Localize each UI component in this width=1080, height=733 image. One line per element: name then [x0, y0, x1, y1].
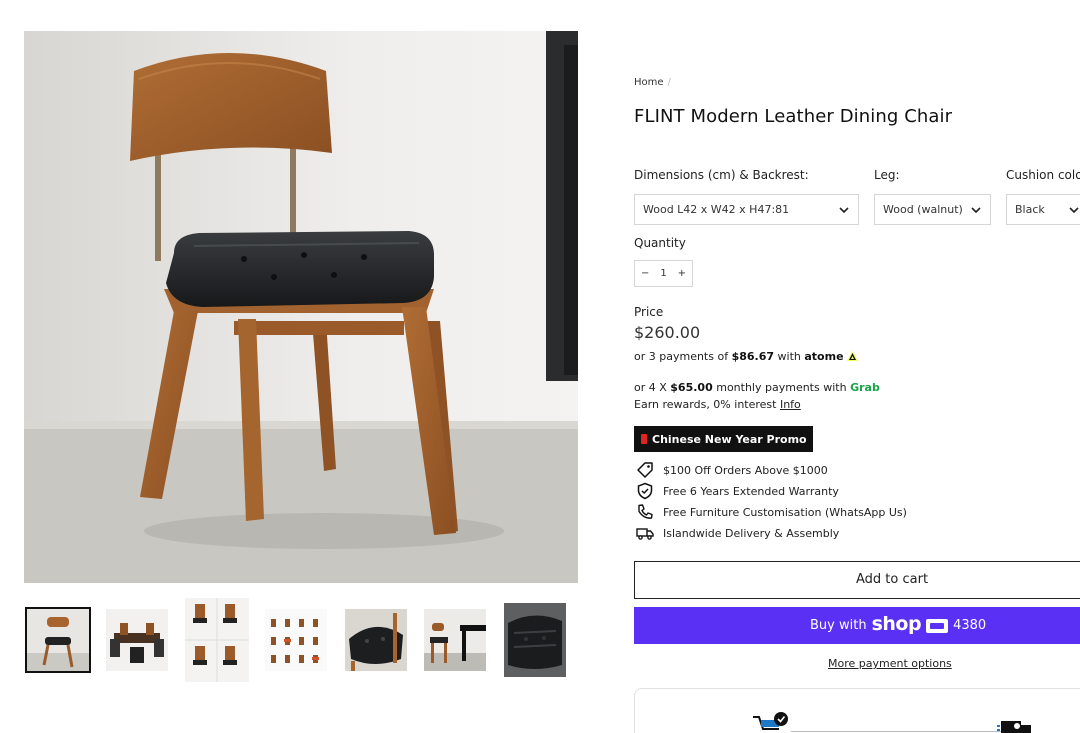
red-packet-icon	[641, 434, 647, 444]
atome-prefix: or 3 payments of	[634, 350, 732, 363]
quantity-value[interactable]: 1	[660, 268, 666, 279]
add-to-cart-label: Add to cart	[856, 572, 929, 587]
perk-text: $100 Off Orders Above $1000	[663, 463, 828, 477]
shop-pay-button[interactable]: Buy with shop 4380	[634, 607, 1080, 644]
grab-logo: Grab	[850, 381, 880, 394]
cart-check-icon	[753, 712, 788, 730]
chevron-down-icon	[1069, 207, 1079, 214]
grab-mid: monthly payments with	[712, 381, 851, 394]
thumbnail-4[interactable]	[265, 609, 327, 671]
breadcrumb-home-link[interactable]: Home	[634, 77, 664, 88]
option-label-dimensions: Dimensions (cm) & Backrest:	[634, 168, 809, 182]
perk-text: Free 6 Years Extended Warranty	[663, 484, 839, 498]
perk-text: Free Furniture Customisation (WhatsApp U…	[663, 505, 907, 519]
breadcrumb-separator: /	[667, 77, 671, 88]
atome-amount: $86.67	[731, 350, 775, 363]
shop-pay-card-digits: 4380	[953, 618, 987, 633]
option-label-cushion-color: Cushion colo	[1006, 168, 1080, 182]
atome-installment-line: or 3 payments of $86.67 with atome	[634, 350, 859, 363]
rewards-line: Earn rewards, 0% interest Info	[634, 398, 801, 411]
perk-text: Islandwide Delivery & Assembly	[663, 526, 840, 540]
main-product-image[interactable]	[24, 31, 578, 583]
thumbnail-7[interactable]	[504, 603, 566, 677]
thumbnail-5[interactable]	[345, 609, 407, 671]
perk-item: Free 6 Years Extended Warranty	[636, 482, 839, 500]
thumbnail-3[interactable]	[185, 598, 249, 682]
phone-icon	[638, 504, 653, 519]
thumbnail-6[interactable]	[424, 609, 486, 671]
quantity-decrease-button[interactable]: −	[641, 268, 649, 279]
leg-select-value: Wood (walnut)	[883, 203, 963, 216]
promo-badge: Chinese New Year Promo	[634, 426, 813, 452]
dimensions-select[interactable]: Wood L42 x W42 x H47:81	[634, 194, 859, 225]
promo-label: Chinese New Year Promo	[652, 432, 807, 446]
perk-item: Free Furniture Customisation (WhatsApp U…	[636, 503, 907, 521]
atome-logo: atome	[804, 350, 844, 363]
grab-installment-line: or 4 X $65.00 monthly payments with Grab	[634, 381, 880, 394]
price-value: $260.00	[634, 323, 701, 342]
dimensions-select-value: Wood L42 x W42 x H47:81	[643, 203, 790, 216]
delivery-info-box	[634, 688, 1080, 733]
chevron-down-icon	[839, 207, 849, 214]
chevron-down-icon	[971, 207, 981, 214]
option-label-leg: Leg:	[874, 168, 900, 182]
more-payment-options-link[interactable]: More payment options	[828, 657, 952, 670]
perk-item: $100 Off Orders Above $1000	[636, 461, 828, 479]
atome-icon	[847, 351, 859, 361]
thumbnail-1[interactable]	[25, 607, 91, 673]
breadcrumb: Home /	[634, 77, 671, 88]
delivery-truck-icon	[997, 721, 1031, 733]
grab-prefix: or 4 X	[634, 381, 671, 394]
price-label: Price	[634, 305, 664, 319]
product-title: FLINT Modern Leather Dining Chair	[634, 106, 953, 127]
rewards-text: Earn rewards, 0% interest	[634, 398, 780, 411]
shield-check-icon	[637, 482, 653, 500]
quantity-stepper: − 1 +	[634, 260, 693, 287]
thumbnail-2[interactable]	[106, 609, 168, 671]
grab-amount: $65.00	[670, 381, 713, 394]
shop-pay-buy-with-label: Buy with	[810, 618, 867, 633]
price-tag-icon	[637, 462, 653, 478]
cushion-color-select[interactable]: Black	[1006, 194, 1080, 225]
cushion-color-select-value: Black	[1015, 203, 1045, 216]
perk-item: Islandwide Delivery & Assembly	[636, 524, 839, 542]
thumbnail-strip	[25, 598, 586, 688]
leg-select[interactable]: Wood (walnut)	[874, 194, 991, 225]
quantity-label: Quantity	[634, 236, 686, 250]
shop-pay-logo: shop	[871, 613, 922, 635]
card-icon	[926, 618, 949, 633]
rewards-info-link[interactable]: Info	[780, 398, 801, 411]
progress-line	[791, 731, 1001, 732]
add-to-cart-button[interactable]: Add to cart	[634, 561, 1080, 599]
quantity-increase-button[interactable]: +	[678, 268, 686, 279]
atome-mid: with	[774, 350, 805, 363]
truck-icon	[636, 528, 654, 540]
